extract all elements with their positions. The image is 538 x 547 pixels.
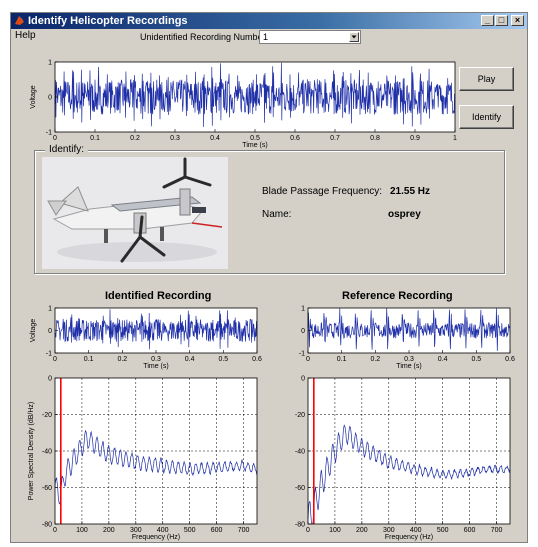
ident_time-xtick-label: 0.6 [252,356,262,363]
ref_psd-ytick-label: -60 [295,485,305,492]
ref_time-xlabel: Time (s) [396,363,421,370]
ident_time-xtick-label: 0.2 [117,356,127,363]
ident_time-xtick-label: 0.4 [185,356,195,363]
ref_psd-ytick-label: -20 [295,412,305,419]
ref_psd-ytick-label: -80 [295,522,305,529]
ident_time-ytick-label: 1 [48,306,52,313]
main-xtick-label: 0.4 [210,135,220,142]
main-ytick-label: 1 [48,60,52,67]
plots-layer: 0 0.1 0.2 0.3 0.4 0.5 0.6 0.7 0.8 0.9 110-1Time (s… [28,60,515,542]
main-xlabel: Time (s) [242,142,267,149]
ident_psd-xtick-label: 500 [184,527,196,534]
ref_psd-ytick-label: -40 [295,449,305,456]
ident_time-xtick-label: 0.3 [151,356,161,363]
ref_time-ytick-label: 1 [301,306,305,313]
ref_time-plot-area [308,308,510,353]
main-ytick-label: 0 [48,95,52,102]
ident_time-xtick-label: 0.1 [84,356,94,363]
ident_psd-ytick-label: -20 [42,412,52,419]
ident_psd-xtick-label: 400 [157,527,169,534]
main-xtick-label: 0.5 [250,135,260,142]
ident_psd-xtick-label: 300 [130,527,142,534]
ident_psd-xtick-label: 700 [238,527,250,534]
ref_psd-ytick-label: 0 [301,376,305,383]
ref_time-ytick-label: -1 [299,351,305,358]
main-xtick-label: 0.9 [410,135,420,142]
main-xtick-label: 0.8 [370,135,380,142]
ident_psd-xlabel: Frequency (Hz) [132,534,180,541]
main-xtick-label: 0.6 [290,135,300,142]
ident_time-xlabel: Time (s) [143,363,168,370]
main-ytick-label: -1 [46,130,52,137]
ident_psd-xtick-label: 100 [76,527,88,534]
ref_psd-xtick-label: 700 [491,527,503,534]
main-xtick-label: 0 [53,135,57,142]
ident_time-ylabel: Voltage [30,319,37,342]
ref_time-xtick-label: 0.3 [404,356,414,363]
ident_psd-ytick-label: -60 [42,485,52,492]
ref_time-xtick-label: 0.4 [438,356,448,363]
main-xtick-label: 1 [453,135,457,142]
ref_time-ytick-label: 0 [301,328,305,335]
ref_psd-xtick-label: 0 [306,527,310,534]
ref_time-xtick-label: 0.2 [370,356,380,363]
ref_psd-xlabel: Frequency (Hz) [385,534,433,541]
main-xtick-label: 0.2 [130,135,140,142]
ident_psd-ytick-label: -40 [42,449,52,456]
ident_time-ytick-label: -1 [46,351,52,358]
ref_time-xtick-label: 0.6 [505,356,515,363]
ref_psd-xtick-label: 500 [437,527,449,534]
ref_time-xtick-label: 0 [306,356,310,363]
ref_time-xtick-label: 0.1 [337,356,347,363]
main-xtick-label: 0.3 [170,135,180,142]
ident_time-xtick-label: 0 [53,356,57,363]
ref_psd-xtick-label: 100 [329,527,341,534]
ref_psd-xtick-label: 300 [383,527,395,534]
ident_time-xtick-label: 0.5 [218,356,228,363]
ident_psd-ylabel: Power Spectral Density (dB/Hz) [28,402,35,500]
ref_time-xtick-label: 0.5 [471,356,481,363]
ident_psd-ytick-label: 0 [48,376,52,383]
ident_psd-xtick-label: 600 [211,527,223,534]
ident_psd-xtick-label: 200 [103,527,115,534]
main-xtick-label: 0.1 [90,135,100,142]
main-xtick-label: 0.7 [330,135,340,142]
ident_psd-xtick-label: 0 [53,527,57,534]
ref_psd-xtick-label: 200 [356,527,368,534]
ident_psd-ytick-label: -80 [42,522,52,529]
ident_time-ytick-label: 0 [48,328,52,335]
ref_psd-xtick-label: 400 [410,527,422,534]
ref_psd-xtick-label: 600 [464,527,476,534]
main-ylabel: Voltage [30,85,37,108]
